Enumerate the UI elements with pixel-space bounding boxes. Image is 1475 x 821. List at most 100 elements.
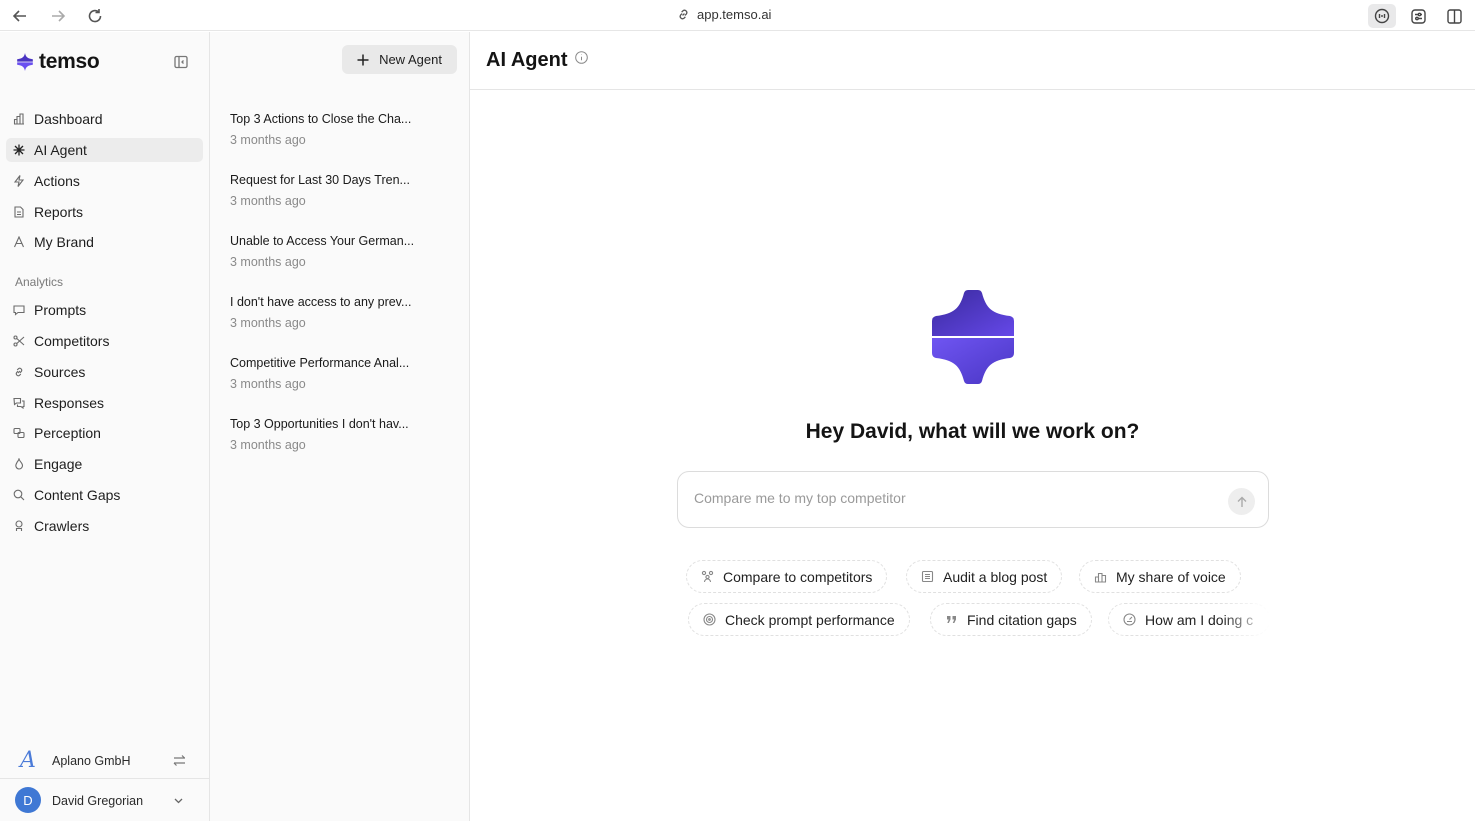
plus-icon	[357, 54, 369, 65]
address-bar[interactable]: app.temso.ai	[676, 7, 771, 22]
suggestion-audit-blog-post[interactable]: Audit a blog post	[906, 560, 1063, 593]
info-icon[interactable]	[575, 51, 588, 64]
new-agent-label: New Agent	[379, 52, 442, 67]
sidebar-item-sources[interactable]: Sources	[6, 360, 203, 384]
chevron-down-icon[interactable]	[172, 794, 185, 807]
sidebar-item-label: My Brand	[34, 234, 94, 250]
scissors-icon	[13, 335, 25, 347]
conversation-title: Request for Last 30 Days Tren...	[230, 173, 410, 187]
sidebar-item-label: Engage	[34, 456, 83, 472]
greeting-heading: Hey David, what will we work on?	[805, 420, 1140, 443]
chat-bubble-icon	[13, 305, 25, 316]
suggestion-label: Compare to competitors	[723, 568, 873, 585]
magnifier-icon	[13, 489, 25, 501]
aplano-logo-icon: 𝐴	[20, 748, 36, 773]
sidebar-item-perception[interactable]: Perception	[6, 421, 203, 445]
settings-toggle-button[interactable]	[1404, 4, 1432, 28]
target-icon	[703, 613, 716, 626]
sidebar-item-crawlers[interactable]: Crawlers	[6, 514, 203, 538]
sidebar-item-reports[interactable]: Reports	[6, 200, 203, 224]
sidebar-item-actions[interactable]: Actions	[6, 169, 203, 193]
split-view-icon	[1446, 8, 1462, 24]
robot-icon	[15, 520, 23, 531]
extension-icon	[1374, 8, 1390, 24]
back-arrow-icon[interactable]	[10, 6, 30, 26]
sidebar-item-label: Sources	[34, 364, 86, 380]
switch-arrows-icon[interactable]	[172, 753, 187, 768]
conversation-title: Top 3 Opportunities I don't hav...	[230, 417, 409, 431]
suggestion-compare-competitors[interactable]: Compare to competitors	[686, 560, 888, 593]
conversation-item[interactable]: Top 3 Opportunities I don't hav... 3 mon…	[230, 417, 450, 452]
forward-arrow-icon[interactable]	[48, 6, 68, 26]
conversation-item[interactable]: Request for Last 30 Days Tren... 3 month…	[230, 173, 450, 208]
temso-logo-icon	[17, 53, 33, 71]
suggestion-find-citation-gaps[interactable]: Find citation gaps	[930, 603, 1092, 636]
sidebar-item-competitors[interactable]: Competitors	[6, 329, 203, 353]
suggestion-label: Check prompt performance	[725, 611, 895, 628]
perception-icon	[13, 427, 25, 439]
temso-hero-logo-icon	[932, 290, 1014, 384]
sidebar-item-label: Crawlers	[34, 518, 90, 534]
suggestion-label: Audit a blog post	[943, 568, 1048, 585]
analytics-section-label: Analytics	[15, 275, 64, 289]
split-view-button[interactable]	[1440, 4, 1468, 28]
letter-a-icon	[13, 236, 25, 248]
suggestion-label: How am I doing c	[1145, 611, 1254, 628]
suggestion-how-am-i-doing[interactable]: How am I doing c	[1108, 603, 1270, 636]
sidebar-item-label: AI Agent	[34, 142, 87, 158]
conversation-item[interactable]: I don't have access to any prev... 3 mon…	[230, 295, 450, 330]
collapse-sidebar-icon[interactable]	[173, 54, 189, 70]
organization-switcher[interactable]: 𝐴 Aplano GmbH	[0, 744, 209, 778]
conversation-title: Competitive Performance Anal...	[230, 356, 410, 370]
sidebar-item-content-gaps[interactable]: Content Gaps	[6, 483, 203, 507]
brand-logo[interactable]: temso	[16, 50, 100, 74]
organization-name: Aplano GmbH	[52, 754, 131, 768]
conversation-item[interactable]: Competitive Performance Anal... 3 months…	[230, 356, 450, 391]
sliders-icon	[1410, 8, 1426, 24]
gauge-icon	[1123, 613, 1136, 626]
sidebar-item-label: Reports	[34, 204, 84, 220]
sidebar-item-label: Perception	[34, 425, 101, 441]
conversation-list: New Agent Top 3 Actions to Close the Cha…	[210, 32, 470, 821]
browser-toolbar: app.temso.ai	[0, 0, 1475, 31]
sidebar-item-prompts[interactable]: Prompts	[6, 298, 203, 322]
conversation-time: 3 months ago	[230, 438, 306, 452]
flame-icon	[15, 458, 24, 470]
sidebar-item-label: Dashboard	[34, 111, 103, 127]
bar-chart-icon	[1094, 572, 1107, 583]
conversation-item[interactable]: Top 3 Actions to Close the Cha... 3 mont…	[230, 112, 450, 147]
sidebar-item-engage[interactable]: Engage	[6, 452, 203, 476]
sidebar-item-ai-agent[interactable]: AI Agent	[6, 138, 203, 162]
conversation-time: 3 months ago	[230, 255, 306, 269]
link-icon	[15, 367, 23, 377]
send-button[interactable]	[1228, 488, 1255, 515]
conversation-time: 3 months ago	[230, 316, 306, 330]
conversation-title: Unable to Access Your German...	[230, 234, 415, 248]
user-menu[interactable]: D David Gregorian	[0, 778, 209, 821]
suggestion-share-of-voice[interactable]: My share of voice	[1079, 560, 1241, 593]
sidebar-item-label: Content Gaps	[34, 487, 121, 503]
message-input[interactable]	[694, 490, 1214, 506]
conversation-time: 3 months ago	[230, 377, 306, 391]
user-name: David Gregorian	[52, 794, 144, 808]
reload-icon[interactable]	[85, 6, 105, 26]
page-title: AI Agent	[486, 49, 568, 71]
arrow-up-icon	[1237, 496, 1246, 507]
quote-icon	[947, 616, 956, 623]
message-composer	[677, 471, 1269, 528]
main-panel: AI Agent Hey David, what will we work on…	[470, 32, 1475, 821]
page-header: AI Agent	[470, 32, 1475, 90]
conversation-item[interactable]: Unable to Access Your German... 3 months…	[230, 234, 450, 269]
avatar: D	[15, 787, 41, 813]
people-icon	[701, 570, 714, 583]
document-icon	[14, 206, 24, 218]
conversation-time: 3 months ago	[230, 133, 306, 147]
new-agent-button[interactable]: New Agent	[342, 45, 457, 74]
sidebar-item-label: Competitors	[34, 333, 110, 349]
extension-button[interactable]	[1368, 4, 1396, 28]
suggestion-check-prompt-performance[interactable]: Check prompt performance	[688, 603, 910, 636]
sidebar-item-dashboard[interactable]: Dashboard	[6, 107, 203, 131]
sidebar-item-my-brand[interactable]: My Brand	[6, 230, 203, 254]
suggestion-label: Find citation gaps	[967, 611, 1077, 628]
sidebar-item-responses[interactable]: Responses	[6, 391, 203, 415]
